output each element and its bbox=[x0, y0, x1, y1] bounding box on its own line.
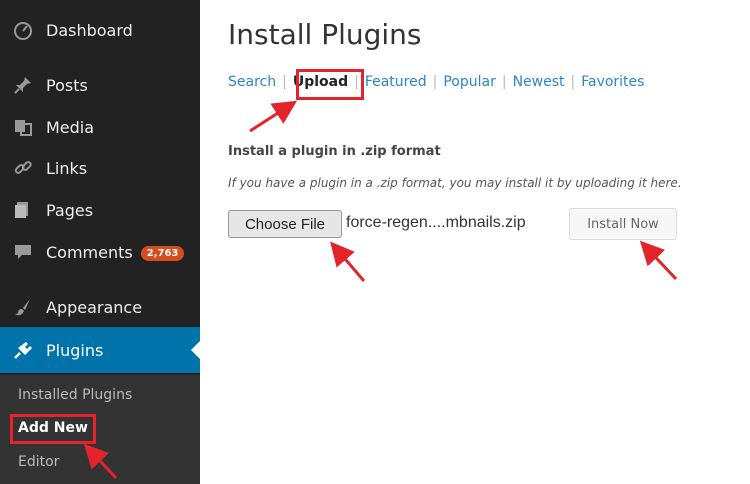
sidebar-item-pages[interactable]: Pages bbox=[0, 192, 200, 228]
tab-separator: | bbox=[282, 74, 287, 90]
submenu-item-editor[interactable]: Editor bbox=[18, 454, 59, 470]
pin-icon bbox=[12, 74, 34, 96]
sidebar-item-links[interactable]: Links bbox=[0, 150, 200, 186]
plug-icon bbox=[12, 339, 34, 361]
sidebar-item-posts[interactable]: Posts bbox=[0, 67, 200, 103]
comments-count-badge: 2,763 bbox=[140, 245, 185, 261]
active-indicator bbox=[191, 341, 200, 359]
brush-icon bbox=[12, 296, 34, 318]
page-title: Install Plugins bbox=[228, 18, 422, 51]
sidebar-item-label: Posts bbox=[46, 75, 88, 95]
tab-favorites[interactable]: Favorites bbox=[581, 74, 644, 90]
comment-icon bbox=[12, 241, 34, 263]
tab-separator: | bbox=[570, 74, 576, 90]
tab-popular[interactable]: Popular bbox=[443, 74, 496, 90]
selected-file-name: force-regen....mbnails.zip bbox=[346, 214, 526, 231]
sidebar-item-label: Comments 2,763 bbox=[46, 243, 185, 262]
tab-newest[interactable]: Newest bbox=[513, 74, 565, 90]
upload-tab-highlight bbox=[296, 69, 364, 100]
sidebar-item-label: Appearance bbox=[46, 297, 143, 317]
sidebar-item-comments[interactable]: Comments 2,763 bbox=[0, 234, 200, 270]
tab-featured[interactable]: Featured bbox=[365, 74, 427, 90]
link-icon bbox=[12, 157, 34, 179]
sidebar-item-label: Pages bbox=[46, 200, 94, 220]
tab-search[interactable]: Search bbox=[228, 74, 276, 90]
choose-file-button[interactable]: Choose File bbox=[228, 210, 342, 238]
sidebar-item-media[interactable]: Media bbox=[0, 109, 200, 145]
admin-sidebar: Dashboard Posts Media Links Pages Commen… bbox=[0, 0, 200, 484]
sidebar-item-appearance[interactable]: Appearance bbox=[0, 289, 200, 325]
media-icon bbox=[12, 116, 34, 138]
pages-icon bbox=[12, 199, 34, 221]
sidebar-item-label: Dashboard bbox=[46, 20, 133, 40]
install-now-button[interactable]: Install Now bbox=[569, 208, 677, 240]
tab-separator: | bbox=[501, 74, 507, 90]
sidebar-item-label: Plugins bbox=[46, 340, 104, 360]
dashboard-icon bbox=[12, 19, 34, 41]
submenu-item-installed-plugins[interactable]: Installed Plugins bbox=[18, 387, 132, 403]
add-new-highlight bbox=[10, 414, 96, 444]
sidebar-item-dashboard[interactable]: Dashboard bbox=[0, 12, 200, 48]
section-title: Install a plugin in .zip format bbox=[228, 144, 441, 159]
plugin-tabs: Search | Upload | Featured | Popular | Newest | Fa… bbox=[228, 74, 644, 90]
tab-separator: | bbox=[432, 74, 438, 90]
upload-description: If you have a plugin in a .zip format, y… bbox=[228, 176, 682, 190]
sidebar-item-label: Links bbox=[46, 158, 88, 178]
sidebar-item-plugins[interactable]: Plugins bbox=[0, 327, 200, 373]
sidebar-item-label: Media bbox=[46, 117, 95, 137]
main-content: Install Plugins Search | Upload | Featured | P… bbox=[200, 0, 750, 484]
